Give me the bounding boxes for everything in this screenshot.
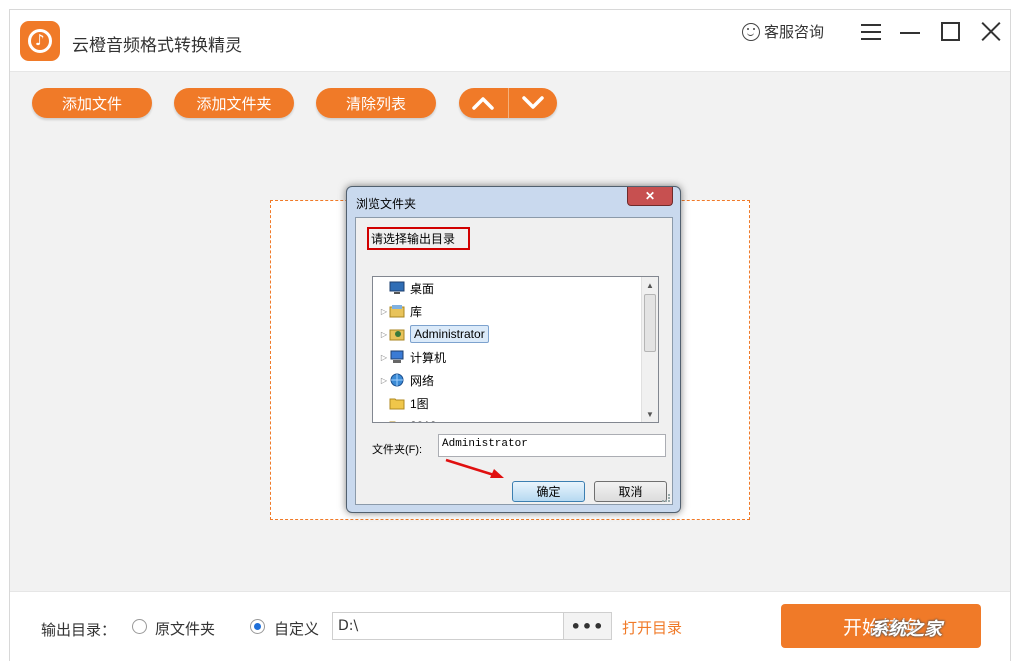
ok-button[interactable]: 确定: [512, 481, 585, 502]
customer-service-button[interactable]: 客服咨询: [742, 21, 824, 42]
radio-original-folder[interactable]: [132, 619, 147, 634]
tree-item-computer[interactable]: ▷ 计算机: [379, 346, 446, 368]
tree-label: Administrator: [410, 325, 489, 343]
tree-label: 计算机: [410, 350, 447, 365]
chevron-up-icon[interactable]: [459, 88, 509, 118]
reorder-buttons: [459, 88, 557, 118]
folder-field-label: 文件夹(F):: [372, 444, 423, 456]
browse-button[interactable]: •••: [563, 612, 612, 640]
dialog-close-icon[interactable]: ✕: [627, 187, 673, 206]
user-folder-icon: [389, 327, 405, 341]
output-dir-label: 输出目录：: [41, 621, 117, 639]
folder-icon: [389, 396, 405, 410]
tree-label: 1图: [410, 396, 429, 411]
resize-grip-icon[interactable]: [662, 494, 670, 502]
radio-custom[interactable]: [250, 619, 265, 634]
add-folder-button[interactable]: 添加文件夹: [174, 88, 294, 118]
radio-custom-label: 自定义: [274, 620, 320, 638]
chevron-down-icon[interactable]: [509, 88, 558, 118]
browse-folder-dialog: 浏览文件夹 ✕ 请选择输出目录 桌面 ▷ 库 ▷ Administrator ▷…: [346, 186, 681, 513]
dialog-title: 浏览文件夹: [356, 197, 417, 211]
add-file-button[interactable]: 添加文件: [32, 88, 152, 118]
cancel-button[interactable]: 取消: [594, 481, 667, 502]
network-icon: [389, 373, 405, 387]
expand-arrow-icon[interactable]: ▷: [379, 376, 389, 385]
tree-item-network[interactable]: ▷ 网络: [379, 369, 434, 391]
tree-scrollbar[interactable]: ▲ ▼: [641, 277, 658, 422]
tree-label: 网络: [410, 373, 435, 388]
expand-arrow-icon[interactable]: ▷: [379, 353, 389, 362]
tree-item-administrator[interactable]: ▷ Administrator: [379, 323, 489, 345]
dialog-body: 请选择输出目录 桌面 ▷ 库 ▷ Administrator ▷ 计算机 ▷ 网…: [355, 217, 673, 505]
customer-service-label: 客服咨询: [764, 23, 825, 41]
expand-arrow-icon[interactable]: ▷: [379, 330, 389, 339]
scroll-down-icon[interactable]: ▼: [642, 406, 658, 422]
scroll-thumb[interactable]: [644, 294, 656, 352]
folder-field[interactable]: Administrator: [438, 434, 666, 457]
app-logo-icon: ♪: [20, 21, 60, 61]
folder-tree[interactable]: 桌面 ▷ 库 ▷ Administrator ▷ 计算机 ▷ 网络 1图 ▲ ▼: [372, 276, 659, 423]
radio-original-label: 原文件夹: [155, 620, 216, 638]
smile-icon: [742, 22, 760, 41]
tree-item-desktop[interactable]: 桌面: [379, 277, 434, 299]
clear-list-button[interactable]: 清除列表: [316, 88, 436, 118]
tree-label: 库: [410, 304, 423, 319]
tree-item-folder-1[interactable]: 1图: [379, 392, 429, 414]
tree-label: 2019: [410, 419, 437, 422]
output-path-input[interactable]: D:\: [332, 612, 564, 640]
scroll-up-icon[interactable]: ▲: [642, 277, 658, 293]
open-directory-link[interactable]: 打开目录: [622, 617, 682, 638]
tree-label: 桌面: [410, 281, 435, 296]
library-icon: [389, 304, 405, 318]
maximize-icon[interactable]: [940, 21, 962, 43]
dialog-prompt: 请选择输出目录: [367, 227, 470, 250]
computer-icon: [389, 350, 405, 364]
minimize-icon[interactable]: [900, 21, 922, 43]
desktop-icon: [389, 281, 405, 295]
title-bar: ♪ 云橙音频格式转换精灵 客服咨询: [10, 10, 1010, 72]
menu-icon[interactable]: [860, 21, 882, 43]
tree-item-folder-2019[interactable]: 2019: [379, 415, 437, 422]
bottom-bar: 输出目录： 原文件夹 自定义 D:\ ••• 打开目录 开始转换: [10, 591, 1010, 662]
app-title: 云橙音频格式转换精灵: [72, 36, 242, 56]
app-window: ♪ 云橙音频格式转换精灵 客服咨询 添加文件 添加文件夹 清除列表 浏览文件夹 …: [9, 9, 1011, 662]
watermark-logo: 系统之家: [870, 619, 942, 640]
close-icon[interactable]: [980, 21, 1002, 43]
expand-arrow-icon[interactable]: ▷: [379, 307, 389, 316]
folder-icon: [389, 419, 405, 422]
tree-item-library[interactable]: ▷ 库: [379, 300, 422, 322]
